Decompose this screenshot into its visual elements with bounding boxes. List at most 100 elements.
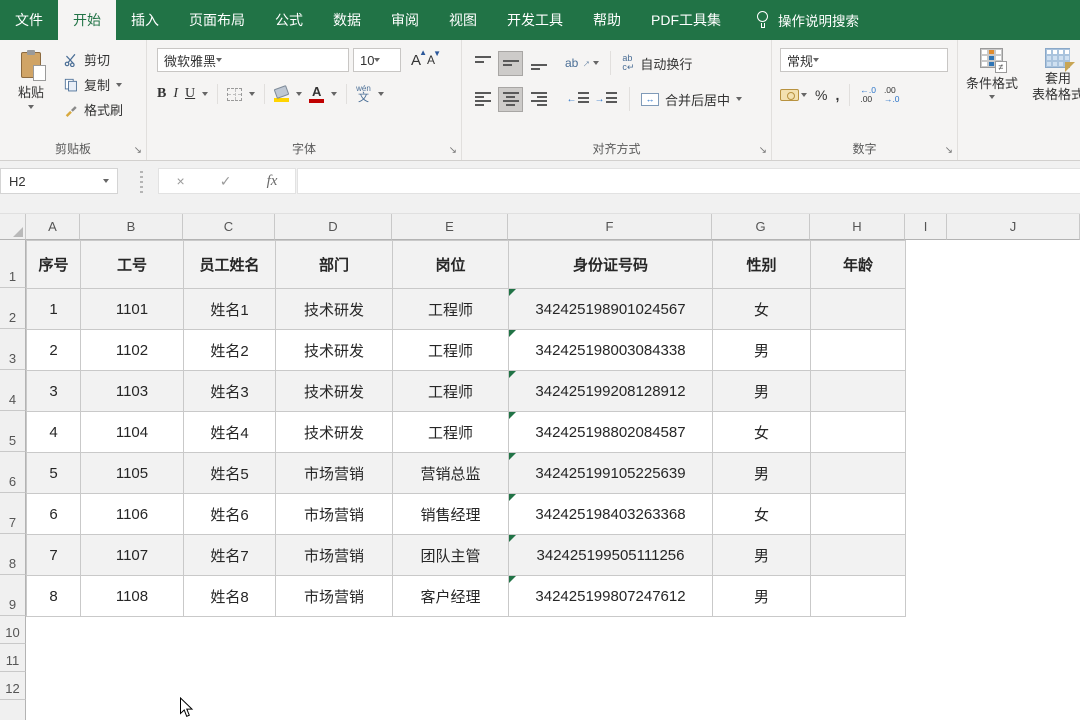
cell[interactable]: 8 bbox=[27, 576, 81, 617]
col-header-C[interactable]: C bbox=[183, 214, 275, 240]
clipboard-dialog-launcher[interactable]: ↘ bbox=[134, 146, 142, 156]
cell[interactable]: 姓名2 bbox=[184, 330, 276, 371]
header-cell[interactable]: 性别 bbox=[713, 241, 811, 289]
row-header-2[interactable]: 2 bbox=[0, 288, 26, 329]
cell[interactable] bbox=[811, 412, 906, 453]
orientation-button[interactable]: ab→ bbox=[565, 56, 599, 70]
conditional-formatting-button[interactable]: ≠ 条件格式 bbox=[966, 48, 1018, 160]
increase-indent-button[interactable]: → bbox=[593, 87, 618, 112]
font-size-combo[interactable]: 10 bbox=[353, 48, 401, 72]
cell[interactable]: 客户经理 bbox=[393, 576, 509, 617]
copy-dropdown-icon[interactable] bbox=[116, 83, 122, 87]
cell[interactable]: 342425198802084587 bbox=[509, 412, 713, 453]
percent-style-button[interactable]: % bbox=[815, 87, 827, 103]
align-bottom-button[interactable] bbox=[526, 51, 551, 76]
decrease-font-button[interactable]: A▼ bbox=[427, 53, 437, 67]
cell[interactable]: 市场营销 bbox=[276, 453, 393, 494]
cell[interactable]: 3 bbox=[27, 371, 81, 412]
cell[interactable]: 342425199505111256 bbox=[509, 535, 713, 576]
wrap-text-button[interactable]: abc↵ 自动换行 bbox=[622, 54, 692, 73]
menu-tab-6[interactable]: 审阅 bbox=[376, 0, 434, 40]
enter-button[interactable]: ✓ bbox=[220, 173, 232, 190]
underline-button[interactable]: U bbox=[185, 86, 195, 102]
menu-tab-7[interactable]: 视图 bbox=[434, 0, 492, 40]
cancel-button[interactable]: × bbox=[177, 173, 185, 189]
menu-tab-0[interactable]: 文件 bbox=[0, 0, 58, 40]
col-header-J[interactable]: J bbox=[947, 214, 1080, 240]
cell[interactable]: 342425198901024567 bbox=[509, 289, 713, 330]
menu-tab-9[interactable]: 帮助 bbox=[578, 0, 636, 40]
col-header-B[interactable]: B bbox=[80, 214, 183, 240]
cell[interactable]: 销售经理 bbox=[393, 494, 509, 535]
row-header-11[interactable]: 11 bbox=[0, 644, 26, 672]
increase-font-button[interactable]: A▲ bbox=[411, 52, 423, 69]
cell[interactable] bbox=[811, 576, 906, 617]
col-header-F[interactable]: F bbox=[508, 214, 712, 240]
cell[interactable]: 市场营销 bbox=[276, 494, 393, 535]
cell[interactable] bbox=[811, 330, 906, 371]
number-dialog-launcher[interactable]: ↘ bbox=[945, 146, 953, 156]
row-header-8[interactable]: 8 bbox=[0, 534, 26, 575]
font-color-dropdown-icon[interactable] bbox=[331, 92, 337, 96]
cell[interactable]: 女 bbox=[713, 289, 811, 330]
fill-color-dropdown-icon[interactable] bbox=[296, 92, 302, 96]
col-header-G[interactable]: G bbox=[712, 214, 810, 240]
menu-tab-4[interactable]: 公式 bbox=[260, 0, 318, 40]
header-cell[interactable]: 年龄 bbox=[811, 241, 906, 289]
comma-style-button[interactable]: , bbox=[835, 87, 839, 103]
fill-color-button[interactable] bbox=[274, 87, 289, 102]
format-painter-button[interactable]: 格式刷 bbox=[64, 100, 123, 119]
cell[interactable]: 男 bbox=[713, 330, 811, 371]
cell[interactable]: 1101 bbox=[81, 289, 184, 330]
cell[interactable]: 技术研发 bbox=[276, 412, 393, 453]
header-cell[interactable]: 员工姓名 bbox=[184, 241, 276, 289]
cell[interactable] bbox=[811, 535, 906, 576]
row-header-12[interactable]: 12 bbox=[0, 672, 26, 700]
menu-tab-2[interactable]: 插入 bbox=[116, 0, 174, 40]
cell[interactable]: 技术研发 bbox=[276, 371, 393, 412]
header-cell[interactable]: 工号 bbox=[81, 241, 184, 289]
cell[interactable]: 2 bbox=[27, 330, 81, 371]
cell[interactable]: 市场营销 bbox=[276, 576, 393, 617]
cell[interactable]: 男 bbox=[713, 371, 811, 412]
cell[interactable]: 工程师 bbox=[393, 289, 509, 330]
cell[interactable] bbox=[811, 453, 906, 494]
row-header-5[interactable]: 5 bbox=[0, 411, 26, 452]
conditional-dropdown-icon[interactable] bbox=[989, 95, 995, 99]
cell[interactable]: 营销总监 bbox=[393, 453, 509, 494]
copy-button[interactable]: 复制 bbox=[64, 75, 123, 94]
cell[interactable] bbox=[811, 494, 906, 535]
col-header-D[interactable]: D bbox=[275, 214, 392, 240]
header-cell[interactable]: 岗位 bbox=[393, 241, 509, 289]
cell[interactable]: 姓名5 bbox=[184, 453, 276, 494]
col-header-I[interactable]: I bbox=[905, 214, 947, 240]
row-header-4[interactable]: 4 bbox=[0, 370, 26, 411]
merge-dropdown-icon[interactable] bbox=[736, 97, 742, 101]
cell[interactable]: 1108 bbox=[81, 576, 184, 617]
cell[interactable]: 姓名3 bbox=[184, 371, 276, 412]
col-header-A[interactable]: A bbox=[26, 214, 80, 240]
cell[interactable]: 1102 bbox=[81, 330, 184, 371]
cell[interactable]: 342425199807247612 bbox=[509, 576, 713, 617]
row-header-9[interactable]: 9 bbox=[0, 575, 26, 616]
borders-icon[interactable] bbox=[227, 88, 242, 101]
col-header-H[interactable]: H bbox=[810, 214, 905, 240]
tell-me-search[interactable]: 操作说明搜索 bbox=[756, 0, 859, 40]
align-middle-button[interactable] bbox=[498, 51, 523, 76]
cell[interactable]: 1107 bbox=[81, 535, 184, 576]
menu-tab-10[interactable]: PDF工具集 bbox=[636, 0, 736, 40]
menu-tab-1[interactable]: 开始 bbox=[58, 0, 116, 40]
decrease-indent-button[interactable]: ← bbox=[565, 87, 590, 112]
merge-center-button[interactable]: ↔ 合并后居中 bbox=[641, 90, 742, 109]
align-center-button[interactable] bbox=[498, 87, 523, 112]
cell[interactable]: 342425198003084338 bbox=[509, 330, 713, 371]
borders-dropdown-icon[interactable] bbox=[249, 92, 255, 96]
sheet-area[interactable]: 序号工号员工姓名部门岗位身份证号码性别年龄11101姓名1技术研发工程师3424… bbox=[26, 240, 1080, 720]
header-cell[interactable]: 部门 bbox=[276, 241, 393, 289]
cell[interactable]: 342425198403263368 bbox=[509, 494, 713, 535]
cell[interactable]: 4 bbox=[27, 412, 81, 453]
cell[interactable]: 工程师 bbox=[393, 412, 509, 453]
row-header-3[interactable]: 3 bbox=[0, 329, 26, 370]
cut-button[interactable]: 剪切 bbox=[64, 50, 123, 69]
cell[interactable]: 342425199105225639 bbox=[509, 453, 713, 494]
